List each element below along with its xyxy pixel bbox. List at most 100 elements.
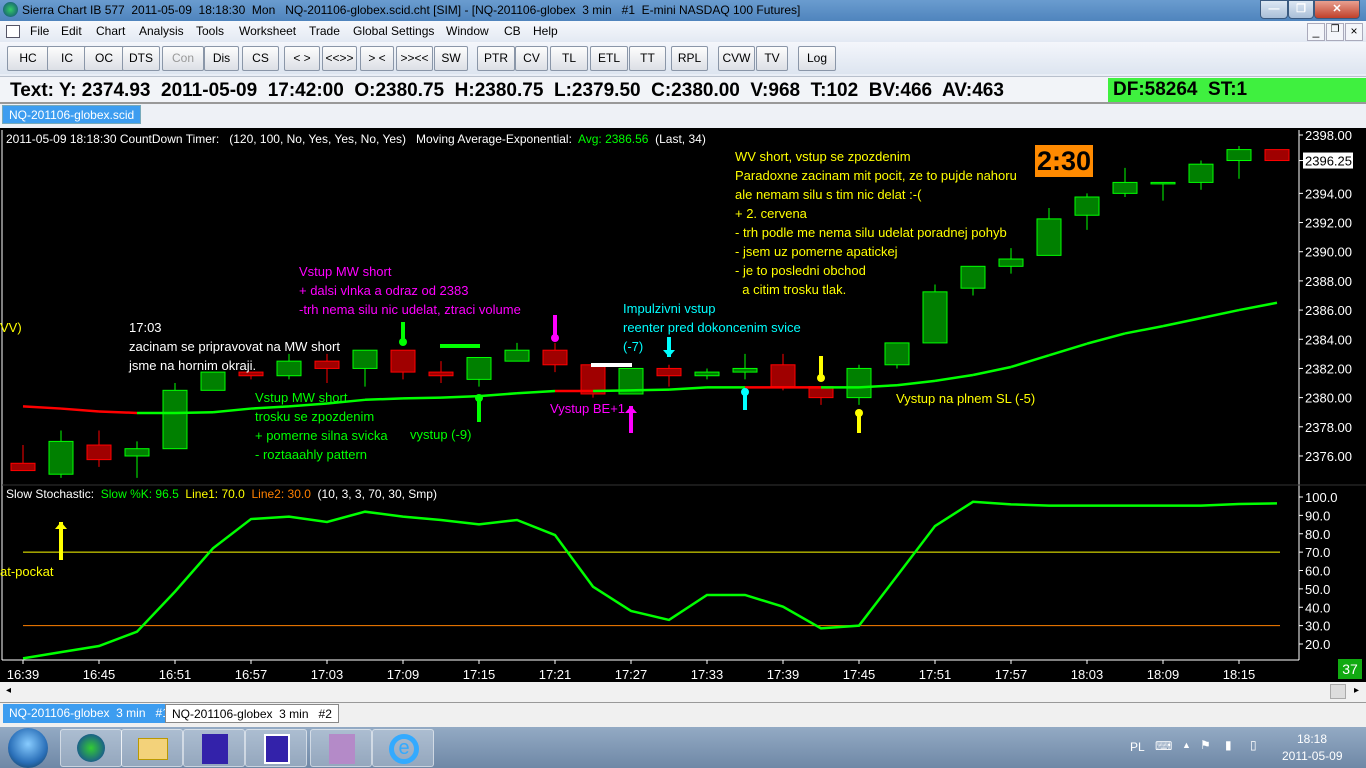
ema-segment bbox=[478, 391, 518, 398]
arrow-tip bbox=[399, 338, 407, 346]
document-icon bbox=[6, 25, 20, 38]
toolbar-button-20[interactable]: Log bbox=[798, 46, 836, 71]
candle-16:48 bbox=[124, 448, 150, 457]
candle-18:00 bbox=[1036, 218, 1062, 256]
menu-cb[interactable]: CB bbox=[504, 24, 521, 38]
toolbar-button-18[interactable]: CVW bbox=[718, 46, 755, 71]
time-tick-label: 18:03 bbox=[1071, 667, 1104, 682]
annotation-yellow-entry: WV short, vstup se zpozdenim Paradoxne z… bbox=[735, 149, 1017, 297]
toolbar-button-4[interactable]: Con bbox=[162, 46, 204, 71]
candle-17:36 bbox=[732, 367, 758, 373]
mdi-close-button[interactable]: × bbox=[1345, 23, 1363, 41]
toolbar-button-6[interactable]: CS bbox=[242, 46, 279, 71]
menu-global-settings[interactable]: Global Settings bbox=[353, 24, 434, 38]
scroll-thumb[interactable] bbox=[1330, 684, 1346, 699]
annotation-white: 17:03 zacinam se pripravovat na MW short… bbox=[129, 320, 340, 373]
toolbar-button-16[interactable]: TT bbox=[629, 46, 666, 71]
restore-button[interactable]: ❐ bbox=[1288, 0, 1314, 19]
toolbar-button-14[interactable]: TL bbox=[550, 46, 588, 71]
ema-params: (Last, 34) bbox=[648, 132, 706, 146]
time-tick-label: 17:33 bbox=[691, 667, 724, 682]
horizontal-scrollbar[interactable]: ◂ ▸ bbox=[0, 682, 1366, 702]
time-tick-label: 18:15 bbox=[1223, 667, 1256, 682]
toolbar-button-8[interactable]: <<>> bbox=[322, 46, 357, 71]
candle-17:21 bbox=[542, 349, 568, 366]
clock-date[interactable]: 2011-05-09 bbox=[1282, 749, 1343, 763]
taskbar-onenote[interactable] bbox=[310, 729, 372, 767]
toolbar-button-13[interactable]: CV bbox=[515, 46, 548, 71]
annotation-green-entry: Vstup MW short trosku se zpozdenim + pom… bbox=[255, 390, 388, 462]
language-indicator[interactable]: PL bbox=[1130, 740, 1145, 754]
toolbar-button-0[interactable]: HC bbox=[7, 46, 49, 71]
menu-edit[interactable]: Edit bbox=[61, 24, 82, 38]
minimize-button[interactable]: — bbox=[1260, 0, 1288, 19]
price-tick-label: 2382.00 bbox=[1305, 361, 1352, 376]
taskbar-internet-explorer[interactable]: e bbox=[372, 729, 434, 767]
menu-help[interactable]: Help bbox=[533, 24, 558, 38]
chart-area[interactable]: 2398.00 2396.25 2394.00 2392.00 2390.00 2388.… bbox=[0, 128, 1366, 682]
price-tick-label: 2392.00 bbox=[1305, 216, 1352, 231]
stoch-line2-value: Line2: 30.0 bbox=[244, 487, 311, 501]
toolbar-button-12[interactable]: PTR bbox=[477, 46, 515, 71]
keyboard-icon[interactable]: ⌨ bbox=[1155, 739, 1172, 753]
mdi-restore-button[interactable]: ❐ bbox=[1326, 23, 1344, 41]
price-tick-label: 2380.00 bbox=[1305, 391, 1352, 406]
ema-segment bbox=[174, 410, 214, 415]
stoch-params: (10, 3, 3, 70, 30, Smp) bbox=[310, 487, 437, 501]
candle-17:45 bbox=[846, 367, 872, 399]
start-button[interactable] bbox=[8, 728, 48, 768]
scroll-left-icon[interactable]: ◂ bbox=[6, 685, 11, 696]
toolbar-button-5[interactable]: Dis bbox=[204, 46, 239, 71]
stoch-tick-label: 100.0 bbox=[1305, 490, 1338, 505]
clock-time[interactable]: 18:18 bbox=[1297, 732, 1327, 746]
arrow-tip bbox=[551, 334, 559, 342]
stoch-tick-label: 90.0 bbox=[1305, 508, 1330, 523]
stoch-tick-label: 50.0 bbox=[1305, 582, 1330, 597]
toolbar-button-10[interactable]: >><< bbox=[396, 46, 433, 71]
mdi-minimize-button[interactable]: _ bbox=[1307, 23, 1325, 41]
toolbar-button-1[interactable]: IC bbox=[47, 46, 87, 71]
taskbar-app-3[interactable] bbox=[183, 729, 245, 767]
action-center-flag-icon[interactable]: ⚑ bbox=[1200, 738, 1211, 752]
toolbar: HC IC OC DTS Con Dis CS < > <<>> > < >><< SW PTR CV TL… bbox=[0, 42, 1366, 74]
tab-chart-2[interactable]: NQ-201106-globex 3 min #2 bbox=[165, 704, 339, 723]
onenote-icon bbox=[329, 734, 355, 764]
taskbar-app-4[interactable] bbox=[245, 729, 307, 767]
toolbar-button-11[interactable]: SW bbox=[434, 46, 468, 71]
show-hidden-icons[interactable]: ▲ bbox=[1182, 740, 1191, 750]
scroll-right-icon[interactable]: ▸ bbox=[1354, 685, 1359, 696]
time-tick-label: 17:09 bbox=[387, 667, 420, 682]
toolbar-button-3[interactable]: DTS bbox=[122, 46, 160, 71]
toolbar-button-9[interactable]: > < bbox=[360, 46, 394, 71]
taskbar-explorer[interactable] bbox=[121, 729, 183, 767]
candle-17:33 bbox=[694, 371, 720, 377]
stoch-k-line bbox=[22, 500, 1278, 660]
price-tick-label: 2378.00 bbox=[1305, 420, 1352, 435]
menu-window[interactable]: Window bbox=[446, 24, 489, 38]
menu-chart[interactable]: Chart bbox=[96, 24, 125, 38]
tab-chart-file[interactable]: NQ-201106-globex.scid bbox=[2, 105, 142, 124]
toolbar-button-15[interactable]: ETL bbox=[590, 46, 628, 71]
arrow-head bbox=[625, 406, 637, 413]
menu-file[interactable]: File bbox=[30, 24, 49, 38]
menu-tools[interactable]: Tools bbox=[196, 24, 224, 38]
menu-worksheet[interactable]: Worksheet bbox=[239, 24, 296, 38]
stoch-tick-label: 70.0 bbox=[1305, 545, 1330, 560]
chart-canvas[interactable]: 2398.00 2396.25 2394.00 2392.00 2390.00 2388.… bbox=[0, 128, 1366, 682]
power-icon[interactable]: ▯ bbox=[1250, 738, 1257, 752]
toolbar-button-7[interactable]: < > bbox=[284, 46, 320, 71]
menu-analysis[interactable]: Analysis bbox=[139, 24, 184, 38]
menu-trade[interactable]: Trade bbox=[309, 24, 340, 38]
ema-segment bbox=[934, 373, 974, 383]
network-signal-icon[interactable]: ▮ bbox=[1225, 738, 1232, 752]
df-status-box: DF:58264 ST:1 bbox=[1108, 78, 1366, 102]
toolbar-button-19[interactable]: TV bbox=[756, 46, 788, 71]
toolbar-button-17[interactable]: RPL bbox=[671, 46, 708, 71]
close-button[interactable]: ✕ bbox=[1314, 0, 1360, 19]
toolbar-button-2[interactable]: OC bbox=[84, 46, 124, 71]
globe-icon bbox=[77, 734, 105, 762]
price-tick-label: 2386.00 bbox=[1305, 303, 1352, 318]
taskbar-sierra-chart[interactable] bbox=[60, 729, 122, 767]
candle-17:30 bbox=[656, 367, 682, 377]
tab-chart-1[interactable]: NQ-201106-globex 3 min #1 bbox=[3, 704, 175, 723]
